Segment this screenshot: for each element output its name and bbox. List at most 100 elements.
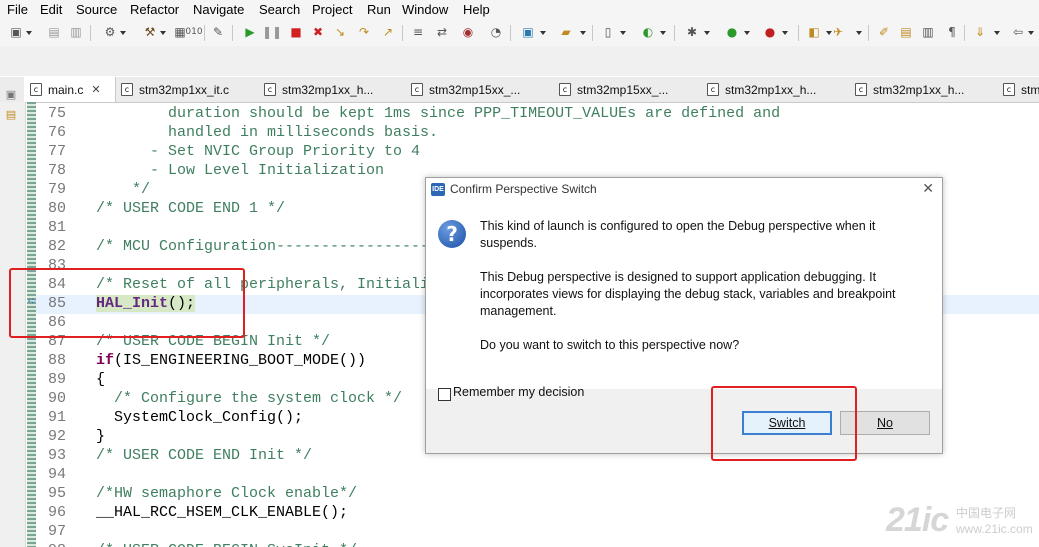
code-line[interactable]: /* USER CODE END 1 */	[96, 199, 285, 218]
line-number: 89	[47, 371, 66, 388]
toolbar: ▣ ▤ ▥ ⚙ ⚒ ▦ 010 ✎ ▶ ❚❚ ■ ✖ ↘ ↷ ↗ ≡ ⇄ ◉ ◔…	[0, 20, 1039, 46]
back-icon[interactable]: ⇦	[1010, 24, 1026, 40]
save-icon[interactable]: ▤	[46, 24, 62, 40]
code-line[interactable]: /* USER CODE END Init */	[96, 446, 312, 465]
task-icon[interactable]: ▥	[920, 24, 936, 40]
save-all-icon[interactable]: ▥	[68, 24, 84, 40]
code-line[interactable]: /* USER CODE BEGIN SysInit */	[96, 541, 357, 547]
code-line[interactable]: __HAL_RCC_HSEM_CLK_ENABLE();	[96, 503, 348, 522]
line-number: 94	[47, 466, 66, 483]
ide-logo-icon: IDE	[431, 183, 445, 196]
menu-source[interactable]: Source	[76, 2, 117, 17]
debug-config-icon[interactable]: ✎	[210, 24, 226, 40]
code-line[interactable]: - Low Level Initialization	[96, 161, 384, 180]
code-line[interactable]: /*HW semaphore Clock enable*/	[96, 484, 357, 503]
line-number: 76	[47, 124, 66, 141]
line-number: 75	[47, 105, 66, 122]
pencil-icon[interactable]: ✐	[876, 24, 892, 40]
tab-stm32mp1xx-h-2[interactable]: c stm32mp1xx_h...	[707, 77, 816, 102]
open-folder-icon[interactable]: ▰	[558, 24, 574, 40]
new-icon[interactable]: ▣	[8, 24, 24, 40]
code-line[interactable]: handled in milliseconds basis.	[96, 123, 438, 142]
run-icon[interactable]: ●	[724, 24, 740, 40]
menu-project[interactable]: Project	[312, 2, 352, 17]
menu-refactor[interactable]: Refactor	[130, 2, 179, 17]
editor-tab-bar: c main.c ✕ c stm32mp1xx_it.c c stm32mp1xx_…	[0, 77, 1039, 103]
tab-stm32mp1xx-it[interactable]: c stm32mp1xx_it.c	[121, 77, 229, 102]
menu-window[interactable]: Window	[402, 2, 448, 17]
suspend-icon[interactable]: ❚❚	[262, 24, 282, 40]
menu-run[interactable]: Run	[367, 2, 391, 17]
new-project-icon[interactable]: ▣	[520, 24, 536, 40]
package-icon[interactable]: ◧	[806, 24, 822, 40]
line-number: 82	[47, 238, 66, 255]
terminate-icon[interactable]: ■	[288, 24, 304, 40]
code-line[interactable]: {	[96, 370, 105, 389]
instruction-pointer-icon: ➪	[28, 296, 37, 307]
line-number: 93	[47, 447, 66, 464]
step-over-icon[interactable]: ↷	[356, 24, 372, 40]
tab-stm32mp15xx-2[interactable]: c stm32mp15xx_...	[559, 77, 668, 102]
remember-decision-label[interactable]: Remember my decision	[453, 385, 584, 399]
resume-icon[interactable]: ▶	[242, 24, 258, 40]
c-file-icon: c	[559, 83, 571, 96]
dialog-message-3: Do you want to switch to this perspectiv…	[480, 338, 740, 352]
ppp-icon[interactable]: ◉	[460, 24, 476, 40]
settings-icon[interactable]: ⚙	[102, 24, 118, 40]
restart-icon[interactable]: ⇄	[434, 24, 450, 40]
code-line[interactable]: /* Configure the system clock */	[96, 389, 402, 408]
line-number: 77	[47, 143, 66, 160]
no-button-label: No	[877, 416, 893, 430]
clock-icon[interactable]: ◔	[488, 24, 504, 40]
remember-decision-checkbox[interactable]	[438, 388, 451, 401]
watermark-logo: 21ic	[886, 501, 949, 539]
menu-navigate[interactable]: Navigate	[193, 2, 244, 17]
tab-stm32mp15xx-1[interactable]: c stm32mp15xx_...	[411, 77, 520, 102]
code-line[interactable]: duration should be kept 1ms since PPP_TI…	[96, 104, 780, 123]
tab-stm-overflow[interactable]: c stm	[1003, 77, 1039, 102]
dialog-body: ? This kind of launch is configured to o…	[426, 202, 942, 389]
code-line[interactable]: /* MCU Configuration--------------------…	[96, 237, 474, 256]
line-number: 79	[47, 181, 66, 198]
paragraph-icon[interactable]: ¶	[944, 24, 960, 40]
close-icon[interactable]: ✕	[91, 83, 100, 96]
external-tools-icon[interactable]: ●	[762, 24, 778, 40]
code-line[interactable]: SystemClock_Config();	[96, 408, 303, 427]
step-into-icon[interactable]: ↘	[332, 24, 348, 40]
binary-icon[interactable]: 010	[185, 24, 202, 40]
bookmark-icon[interactable]: ▤	[898, 24, 914, 40]
disconnect-icon[interactable]: ✖	[310, 24, 326, 40]
close-icon[interactable]: ✕	[922, 181, 934, 197]
code-line[interactable]: - Set NVIC Group Priority to 4	[96, 142, 420, 161]
tab-stm32mp1xx-h-3[interactable]: c stm32mp1xx_h...	[855, 77, 964, 102]
instruction-step-icon[interactable]: ≡	[410, 24, 426, 40]
next-annotation-icon[interactable]: ⇓	[972, 24, 988, 40]
step-return-icon[interactable]: ↗	[380, 24, 396, 40]
menu-file[interactable]: File	[7, 2, 28, 17]
tab-label: stm	[1021, 82, 1039, 97]
annotation-box-hal-init	[9, 268, 245, 338]
tab-main-c[interactable]: c main.c ✕	[24, 77, 116, 102]
run-configure-icon[interactable]: ◐	[640, 24, 656, 40]
build-hammer-icon[interactable]: ⚒	[142, 24, 158, 40]
restore-icon[interactable]: ▣	[4, 88, 18, 102]
line-number: 81	[47, 219, 66, 236]
line-number: 95	[47, 485, 66, 502]
new-source-icon[interactable]: ▯	[600, 24, 616, 40]
code-line[interactable]: }	[96, 427, 105, 446]
menu-edit[interactable]: Edit	[40, 2, 62, 17]
debug-bug-icon[interactable]: ✱	[684, 24, 700, 40]
pin-icon[interactable]: ✈	[830, 24, 846, 40]
tab-label: stm32mp15xx_...	[577, 82, 669, 97]
dialog-message-2: This Debug perspective is designed to su…	[480, 270, 896, 318]
line-number: 80	[47, 200, 66, 217]
c-file-icon: c	[264, 83, 276, 96]
project-explorer-icon[interactable]: ▤	[4, 108, 18, 122]
code-line[interactable]: */	[96, 180, 150, 199]
menu-help[interactable]: Help	[463, 2, 490, 17]
tab-stm32mp1xx-h-1[interactable]: c stm32mp1xx_h...	[264, 77, 373, 102]
code-line[interactable]: if(IS_ENGINEERING_BOOT_MODE())	[96, 351, 366, 370]
c-file-icon: c	[30, 83, 42, 96]
menu-search[interactable]: Search	[259, 2, 300, 17]
watermark-cn: 中国电子网	[956, 506, 1017, 520]
